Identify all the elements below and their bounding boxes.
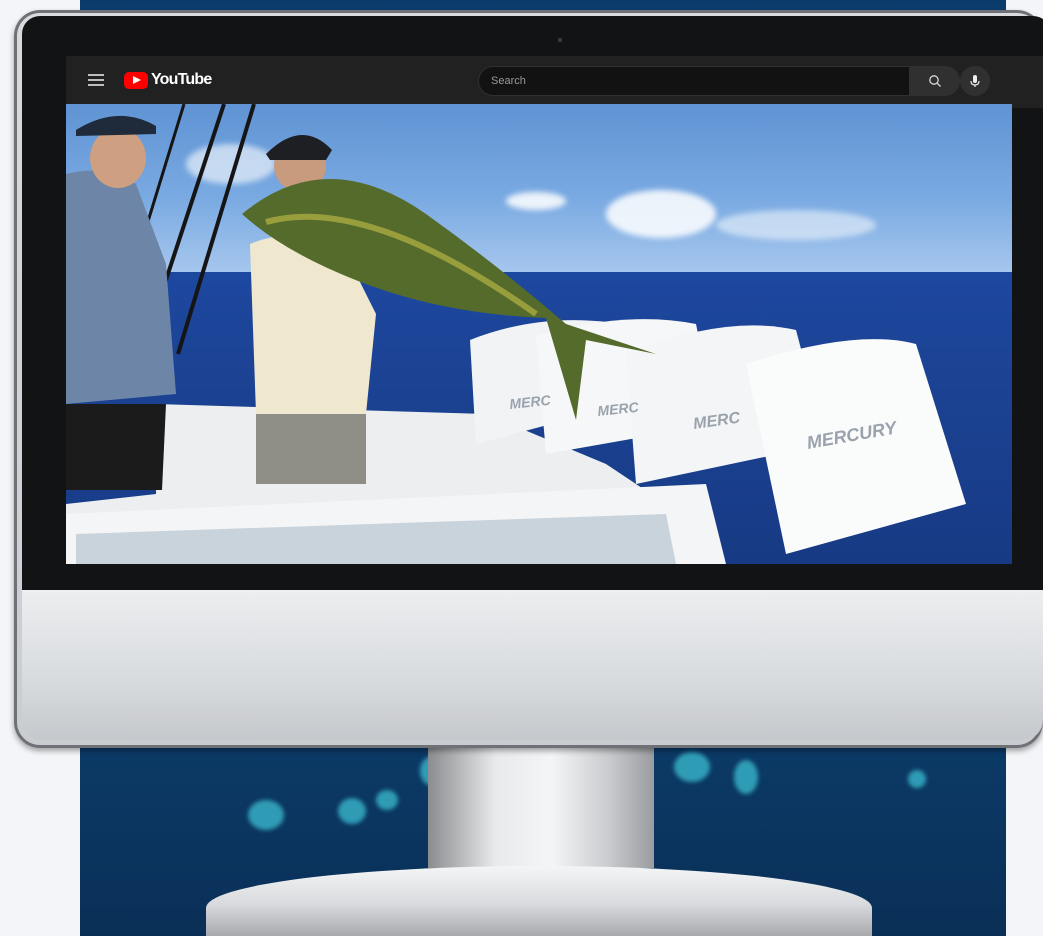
hamburger-icon[interactable]: [88, 74, 104, 88]
youtube-logo-icon: [124, 71, 148, 89]
bokeh-light: [248, 800, 284, 830]
search-bar: [478, 66, 960, 96]
video-frame-art: MERC MERC MERC MERCURY: [66, 104, 966, 564]
voice-search-button[interactable]: [960, 66, 990, 96]
monitor-chin: [22, 590, 1043, 740]
microphone-icon: [970, 75, 980, 87]
search-icon: [929, 75, 941, 87]
bokeh-light: [674, 752, 710, 782]
bokeh-light: [376, 790, 398, 810]
search-button[interactable]: [910, 66, 960, 96]
youtube-top-bar: YouTube: [66, 56, 1043, 108]
bokeh-light: [908, 770, 926, 788]
bokeh-light: [338, 798, 366, 824]
search-input[interactable]: [478, 66, 910, 96]
youtube-logo[interactable]: YouTube: [124, 71, 212, 89]
logo-text: YouTube: [151, 71, 212, 88]
camera-icon: [558, 38, 562, 42]
bokeh-light: [734, 760, 758, 794]
monitor-stand: [428, 748, 654, 868]
video-player[interactable]: MERC MERC MERC MERCURY: [66, 104, 1012, 564]
